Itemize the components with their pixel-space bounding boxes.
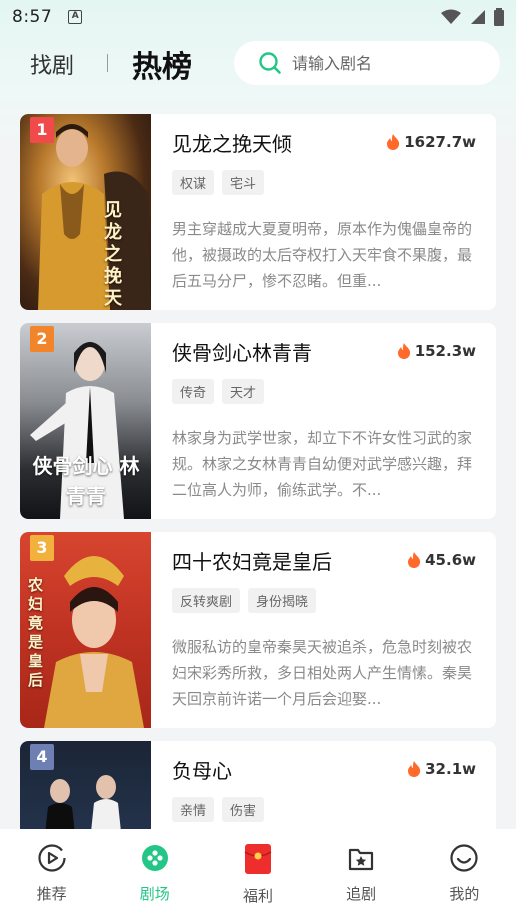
tag[interactable]: 传奇 <box>172 379 215 404</box>
status-bar: 8:57 A <box>0 0 516 34</box>
bottom-nav: 推荐 剧场 福利 追剧 我的 <box>0 829 516 917</box>
drama-description: 男主穿越成大夏夏明帝，原本作为傀儡皇帝的他，被摄政的太后夺权打入天牢食不果腹，最… <box>172 220 473 290</box>
search-input[interactable] <box>292 53 482 73</box>
tab-hot-list[interactable]: 热榜 <box>132 42 192 86</box>
tag-list: 权谋 宅斗 <box>172 170 265 195</box>
top-header: 找剧 热榜 <box>0 40 516 86</box>
ranking-list: 1 见龙之挽天倾 见龙之挽天倾 1627.7w 权谋 宅斗 男主穿越成大夏夏明帝… <box>20 114 496 917</box>
fire-icon <box>387 134 400 150</box>
heat-score: 1627.7w <box>386 133 476 151</box>
nav-welfare[interactable]: 福利 <box>206 843 309 906</box>
heat-value: 152.3w <box>414 342 476 360</box>
search-icon <box>259 52 281 74</box>
drama-card[interactable]: 2 侠骨剑心 林青青 侠骨剑心林青青 152.3w 传奇 天才 林家身为武学世家… <box>20 323 496 519</box>
poster-image[interactable]: 2 侠骨剑心 林青青 <box>20 323 151 519</box>
nav-recommend[interactable]: 推荐 <box>0 843 103 904</box>
nav-label: 福利 <box>242 887 273 905</box>
red-envelope-icon <box>244 844 272 874</box>
poster-image[interactable]: 3 农妇 竟是皇后 <box>20 532 151 728</box>
tab-find-drama[interactable]: 找剧 <box>30 48 74 80</box>
smile-icon <box>450 844 478 872</box>
tag[interactable]: 权谋 <box>172 170 215 195</box>
nav-label: 追剧 <box>346 885 377 903</box>
heat-score: 32.1w <box>407 760 476 778</box>
nav-label: 推荐 <box>36 885 67 903</box>
heat-score: 45.6w <box>407 551 476 569</box>
drama-description: 林家身为武学世家，却立下不许女性习武的家规。林家之女林青青自幼便对武学感兴趣，拜… <box>172 429 473 499</box>
tag-list: 反转爽剧 身份揭晓 <box>172 588 317 613</box>
fire-icon <box>397 343 410 359</box>
search-box[interactable] <box>234 41 500 85</box>
nav-me[interactable]: 我的 <box>413 843 516 904</box>
nav-label: 我的 <box>449 885 480 903</box>
rank-badge: 1 <box>30 117 54 143</box>
tag[interactable]: 宅斗 <box>222 170 265 195</box>
drama-title[interactable]: 四十农妇竟是皇后 <box>172 546 332 575</box>
tag[interactable]: 身份揭晓 <box>248 588 317 613</box>
star-folder-icon <box>349 848 374 871</box>
notification-icon: A <box>68 10 83 24</box>
nav-follow[interactable]: 追剧 <box>310 843 413 904</box>
rank-badge: 3 <box>30 535 54 561</box>
drama-title[interactable]: 负母心 <box>172 755 232 784</box>
poster-image[interactable]: 1 见龙之挽天倾 <box>20 114 151 310</box>
status-time: 8:57 <box>12 7 53 27</box>
nav-label: 剧场 <box>139 885 170 903</box>
drama-title[interactable]: 见龙之挽天倾 <box>172 128 292 157</box>
tab-divider <box>107 54 108 72</box>
heat-value: 45.6w <box>425 551 476 569</box>
play-circle-icon <box>37 844 66 872</box>
signal-icon <box>471 10 485 24</box>
nav-theater[interactable]: 剧场 <box>103 843 206 904</box>
rank-badge: 4 <box>30 744 54 770</box>
tag-list: 亲情 伤害 <box>172 797 265 822</box>
heat-value: 1627.7w <box>404 133 476 151</box>
rank-badge: 2 <box>30 326 54 352</box>
heat-value: 32.1w <box>425 760 476 778</box>
tag[interactable]: 天才 <box>222 379 265 404</box>
drama-title[interactable]: 侠骨剑心林青青 <box>172 337 312 366</box>
heat-score: 152.3w <box>397 342 476 360</box>
drama-card[interactable]: 3 农妇 竟是皇后 四十农妇竟是皇后 45.6w 反转爽剧 身份揭晓 微服私访的… <box>20 532 496 728</box>
theater-icon <box>141 845 168 871</box>
tag-list: 传奇 天才 <box>172 379 265 404</box>
poster-caption: 见龙之挽天倾 <box>104 200 122 309</box>
fire-icon <box>408 552 421 568</box>
status-icons <box>440 8 504 26</box>
poster-caption: 农妇 竟是皇后 <box>28 576 44 689</box>
poster-caption: 侠骨剑心 林青青 <box>32 454 140 508</box>
drama-card[interactable]: 1 见龙之挽天倾 见龙之挽天倾 1627.7w 权谋 宅斗 男主穿越成大夏夏明帝… <box>20 114 496 310</box>
battery-icon <box>494 8 504 26</box>
tag[interactable]: 伤害 <box>222 797 265 822</box>
drama-description: 微服私访的皇帝秦昊天被追杀，危急时刻被农妇宋彩秀所救，多日相处两人产生情愫。秦昊… <box>172 638 473 708</box>
wifi-icon <box>441 9 461 24</box>
tag[interactable]: 反转爽剧 <box>172 588 241 613</box>
tag[interactable]: 亲情 <box>172 797 215 822</box>
fire-icon <box>408 761 421 777</box>
